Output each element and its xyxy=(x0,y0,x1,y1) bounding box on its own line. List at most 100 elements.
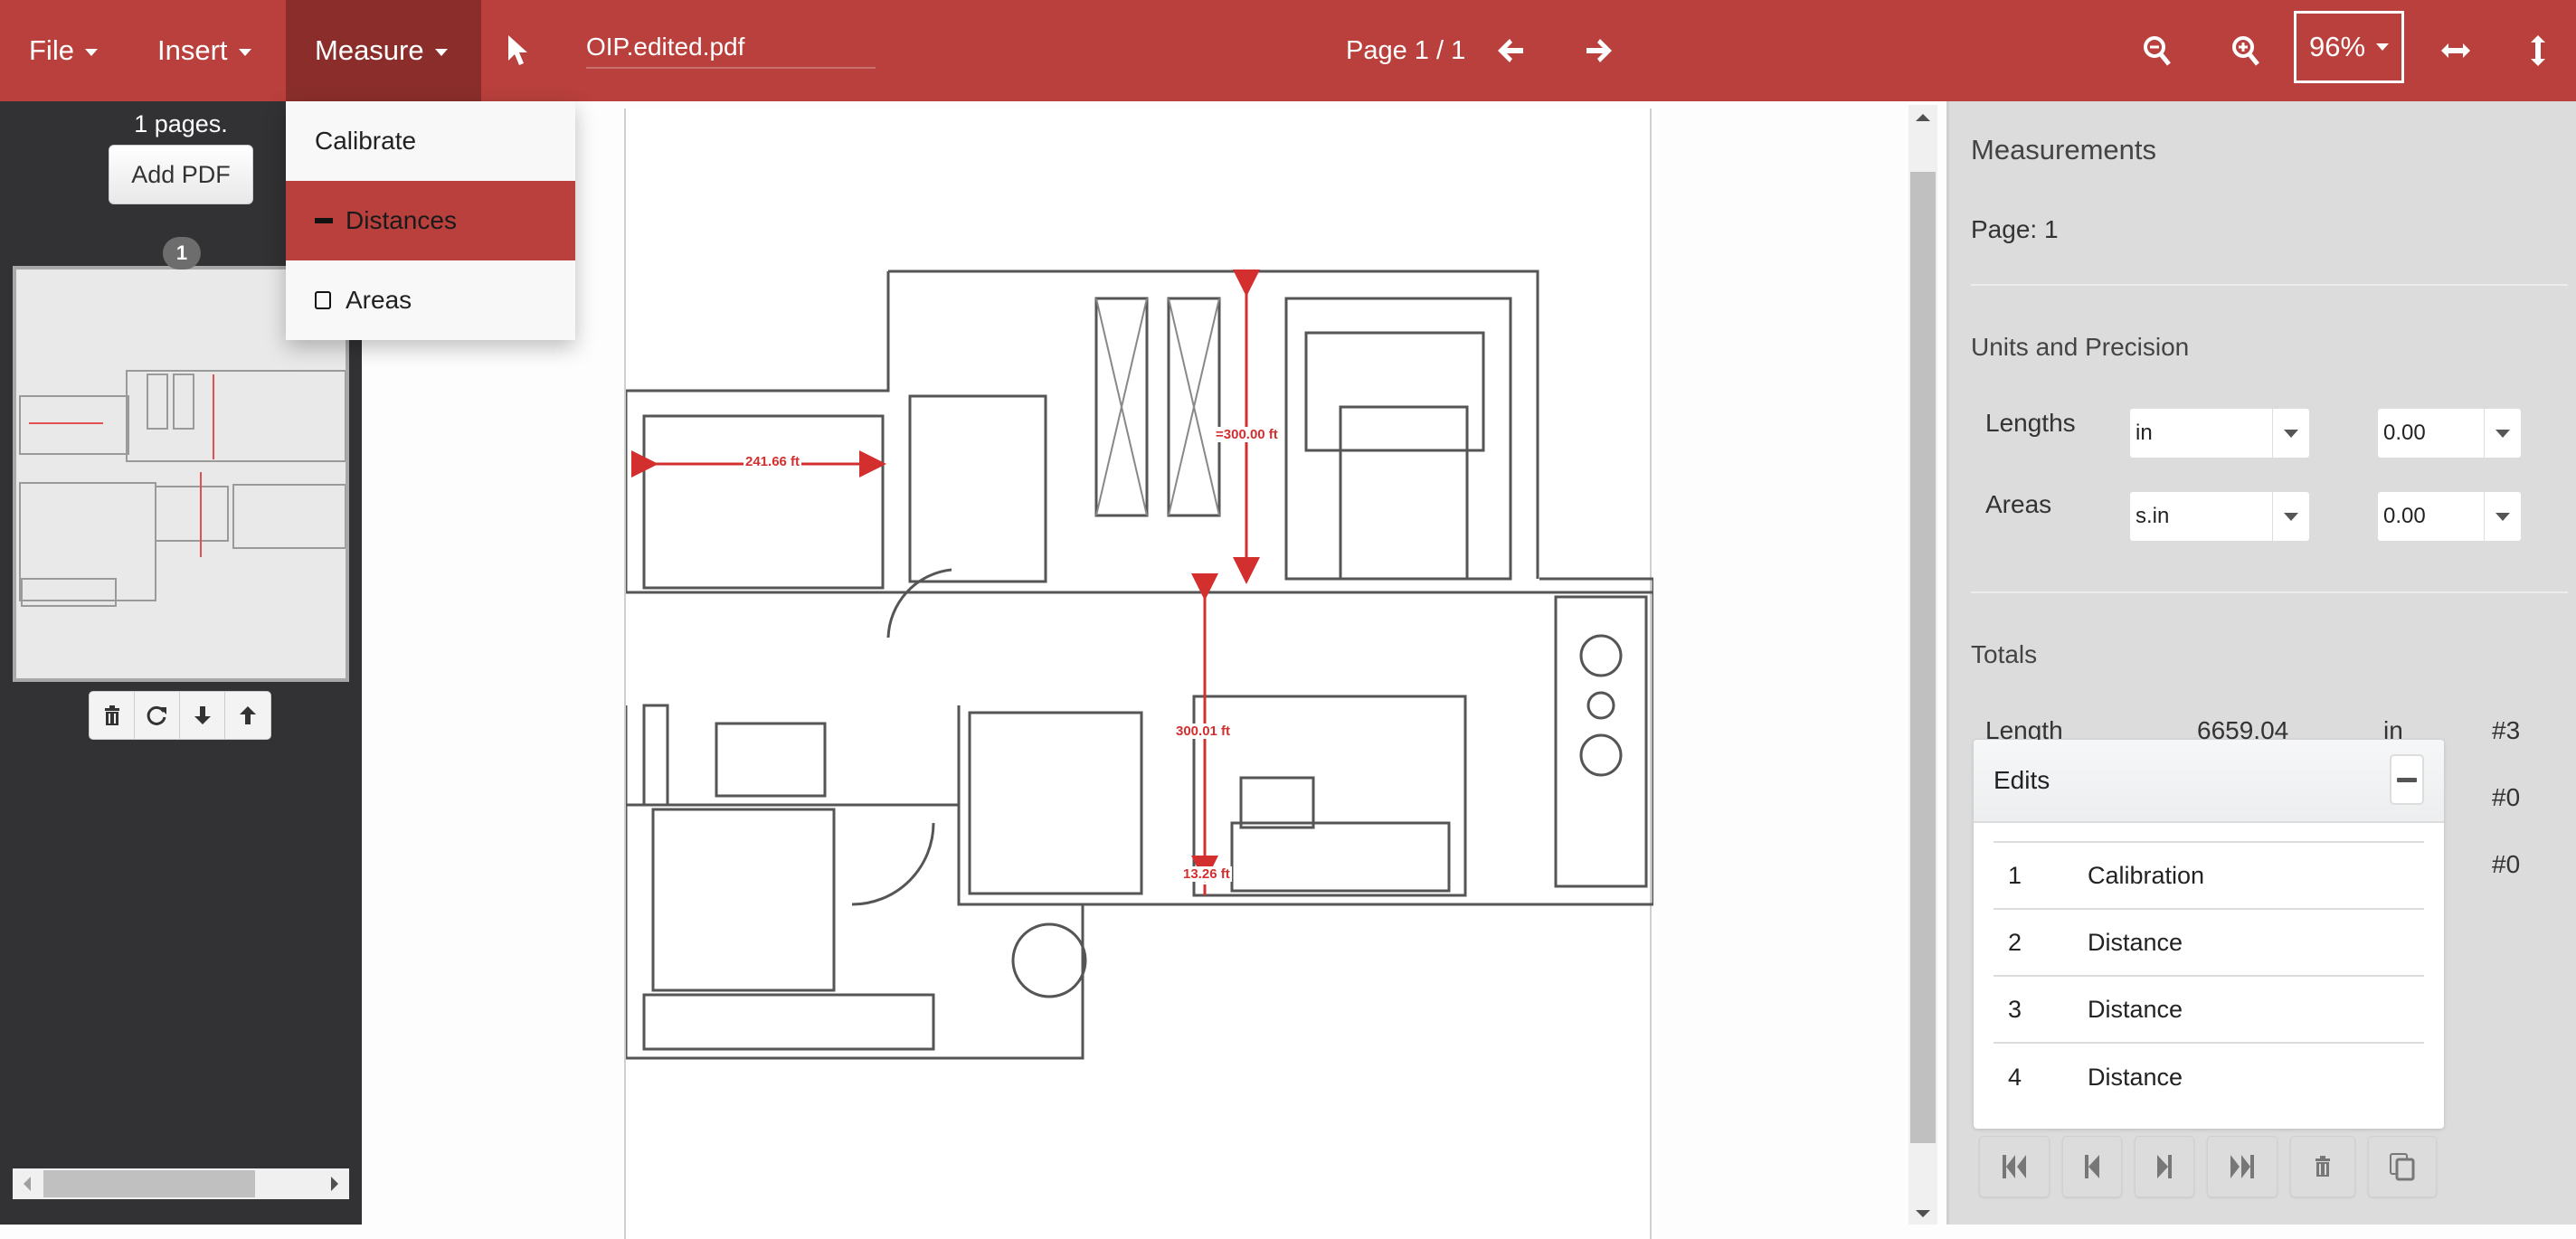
edit-row[interactable]: 2 Distance xyxy=(1994,910,2424,977)
zoom-in-icon xyxy=(2232,36,2259,66)
skip-last-icon xyxy=(2230,1155,2254,1178)
next-page-button[interactable] xyxy=(1579,0,1619,101)
delete-page-button[interactable] xyxy=(90,692,135,739)
edit-number: 2 xyxy=(2008,928,2022,956)
menu-item-label: Calibrate xyxy=(315,127,417,155)
vertical-arrows-icon xyxy=(2531,35,2545,66)
copy-edit-button[interactable] xyxy=(2368,1136,2437,1197)
scroll-down-icon[interactable] xyxy=(1916,1210,1930,1217)
areas-label: Areas xyxy=(1985,490,2052,518)
move-page-down-button[interactable] xyxy=(180,692,225,739)
edit-row[interactable]: 4 Distance xyxy=(1994,1044,2424,1111)
zoom-level-select[interactable]: 96% xyxy=(2294,11,2404,83)
arrow-down-icon xyxy=(194,706,211,724)
skip-first-icon xyxy=(2003,1155,2026,1178)
edit-row[interactable]: 3 Distance xyxy=(1994,977,2424,1044)
delete-edit-button[interactable] xyxy=(2290,1136,2355,1197)
menu-item-calibrate[interactable]: Calibrate xyxy=(286,101,575,181)
insert-menu[interactable]: Insert xyxy=(157,0,251,101)
arrow-left-icon xyxy=(1498,39,1523,62)
scrollbar-thumb[interactable] xyxy=(43,1170,255,1197)
first-edit-button[interactable] xyxy=(1979,1136,2050,1197)
add-pdf-button[interactable]: Add PDF xyxy=(109,145,253,204)
page-indicator: Page 1 / 1 xyxy=(1346,35,1466,65)
totals-length-count: #3 xyxy=(2492,716,2521,744)
filename-field[interactable]: OIP.edited.pdf xyxy=(586,33,876,69)
measure-menu-label: Measure xyxy=(315,34,424,66)
scroll-up-icon[interactable] xyxy=(1916,114,1930,121)
page-number-badge: 1 xyxy=(163,237,201,270)
sidebar-horizontal-scrollbar[interactable] xyxy=(13,1168,349,1199)
lengths-unit-select[interactable]: in xyxy=(2130,409,2309,458)
edit-type: Distance xyxy=(2088,1063,2183,1091)
fit-width-button[interactable] xyxy=(2433,0,2478,101)
measurement-label[interactable]: =300.00 ft xyxy=(1214,427,1280,442)
areas-unit-select[interactable]: s.in xyxy=(2130,492,2309,541)
menu-item-label: Areas xyxy=(346,286,412,314)
caret-down-icon xyxy=(84,49,98,56)
measurement-label[interactable]: 300.01 ft xyxy=(1174,724,1233,739)
menu-item-areas[interactable]: Areas xyxy=(286,260,575,340)
previous-page-button[interactable] xyxy=(1491,0,1530,101)
caret-down-icon xyxy=(2376,43,2390,51)
edit-type: Distance xyxy=(2088,928,2183,956)
totals-count: #0 xyxy=(2492,783,2521,811)
totals-heading: Totals xyxy=(1971,640,2038,668)
lengths-precision-select[interactable]: 0.00 xyxy=(2378,409,2521,458)
caret-down-icon xyxy=(2496,512,2510,521)
scrollbar-thumb[interactable] xyxy=(1910,172,1936,1143)
edit-row[interactable]: 1 Calibration xyxy=(1994,843,2424,910)
rotate-page-button[interactable] xyxy=(135,692,180,739)
square-icon xyxy=(315,291,331,309)
zoom-level-value: 96% xyxy=(2308,31,2366,62)
last-edit-button[interactable] xyxy=(2207,1136,2278,1197)
lengths-label: Lengths xyxy=(1985,409,2076,437)
edit-type: Calibration xyxy=(2088,861,2205,889)
rotate-icon xyxy=(147,705,166,725)
file-menu[interactable]: File xyxy=(29,0,98,101)
menu-item-distances[interactable]: Distances xyxy=(286,181,575,260)
pdf-page[interactable]: 241.66 ft =300.00 ft 300.01 ft 13.26 ft xyxy=(624,109,1653,1239)
previous-edit-button[interactable] xyxy=(2062,1136,2122,1197)
zoom-out-button[interactable] xyxy=(2135,0,2180,101)
measurement-label[interactable]: 13.26 ft xyxy=(1181,866,1232,882)
edits-list: 1 Calibration 2 Distance 3 Distance 4 Di… xyxy=(1974,823,2444,1111)
caret-down-icon xyxy=(238,49,251,56)
lengths-unit-value: in xyxy=(2130,409,2273,458)
edits-title: Edits xyxy=(1994,766,2050,794)
next-edit-button[interactable] xyxy=(2135,1136,2194,1197)
edit-number: 3 xyxy=(2008,995,2022,1023)
areas-precision-value: 0.00 xyxy=(2378,492,2485,541)
measurements-panel: Measurements Page: 1 Units and Precision… xyxy=(1946,101,2576,1225)
viewer-vertical-scrollbar[interactable] xyxy=(1908,105,1937,1225)
panel-title: Measurements xyxy=(1971,134,2157,166)
divider xyxy=(1971,591,2568,593)
panel-page: Page: 1 xyxy=(1971,215,2059,243)
arrow-right-icon xyxy=(1586,39,1612,62)
zoom-in-button[interactable] xyxy=(2223,0,2268,101)
edit-number: 1 xyxy=(2008,861,2022,889)
scroll-left-icon[interactable] xyxy=(24,1177,31,1191)
edit-number: 4 xyxy=(2008,1063,2022,1091)
document-viewer: 241.66 ft =300.00 ft 300.01 ft 13.26 ft xyxy=(362,101,1946,1239)
insert-menu-label: Insert xyxy=(157,34,228,66)
trash-icon xyxy=(2316,1156,2330,1177)
measure-menu[interactable]: Measure xyxy=(286,0,481,101)
measurement-label[interactable]: 241.66 ft xyxy=(743,454,802,469)
areas-precision-select[interactable]: 0.00 xyxy=(2378,492,2521,541)
divider xyxy=(1971,284,2568,286)
edits-header: Edits xyxy=(1974,740,2444,823)
fit-height-button[interactable] xyxy=(2520,0,2556,101)
move-page-up-button[interactable] xyxy=(225,692,270,739)
arrow-up-icon xyxy=(240,706,256,724)
units-precision-heading: Units and Precision xyxy=(1971,333,2190,361)
edit-type: Distance xyxy=(2088,995,2183,1023)
zoom-out-icon xyxy=(2144,36,2171,66)
edits-toolbar xyxy=(1979,1136,2437,1197)
select-tool-button[interactable] xyxy=(496,0,541,101)
measure-dropdown: Calibrate Distances Areas xyxy=(286,101,575,340)
scroll-right-icon[interactable] xyxy=(331,1177,338,1191)
collapse-edits-button[interactable] xyxy=(2390,754,2424,805)
caret-down-icon xyxy=(2284,429,2298,438)
caret-down-icon xyxy=(2284,512,2298,521)
